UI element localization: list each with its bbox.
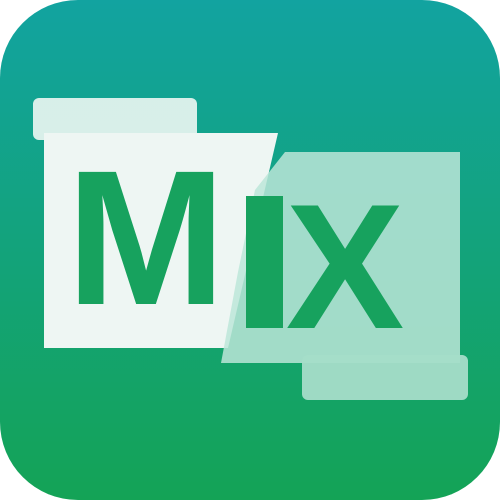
letter-bar bbox=[246, 196, 283, 328]
mx-logo-icon: M X bbox=[0, 0, 500, 500]
letter-m: M bbox=[66, 130, 226, 345]
app-icon[interactable]: M X MX bbox=[0, 0, 500, 500]
letter-x: X bbox=[286, 167, 405, 366]
